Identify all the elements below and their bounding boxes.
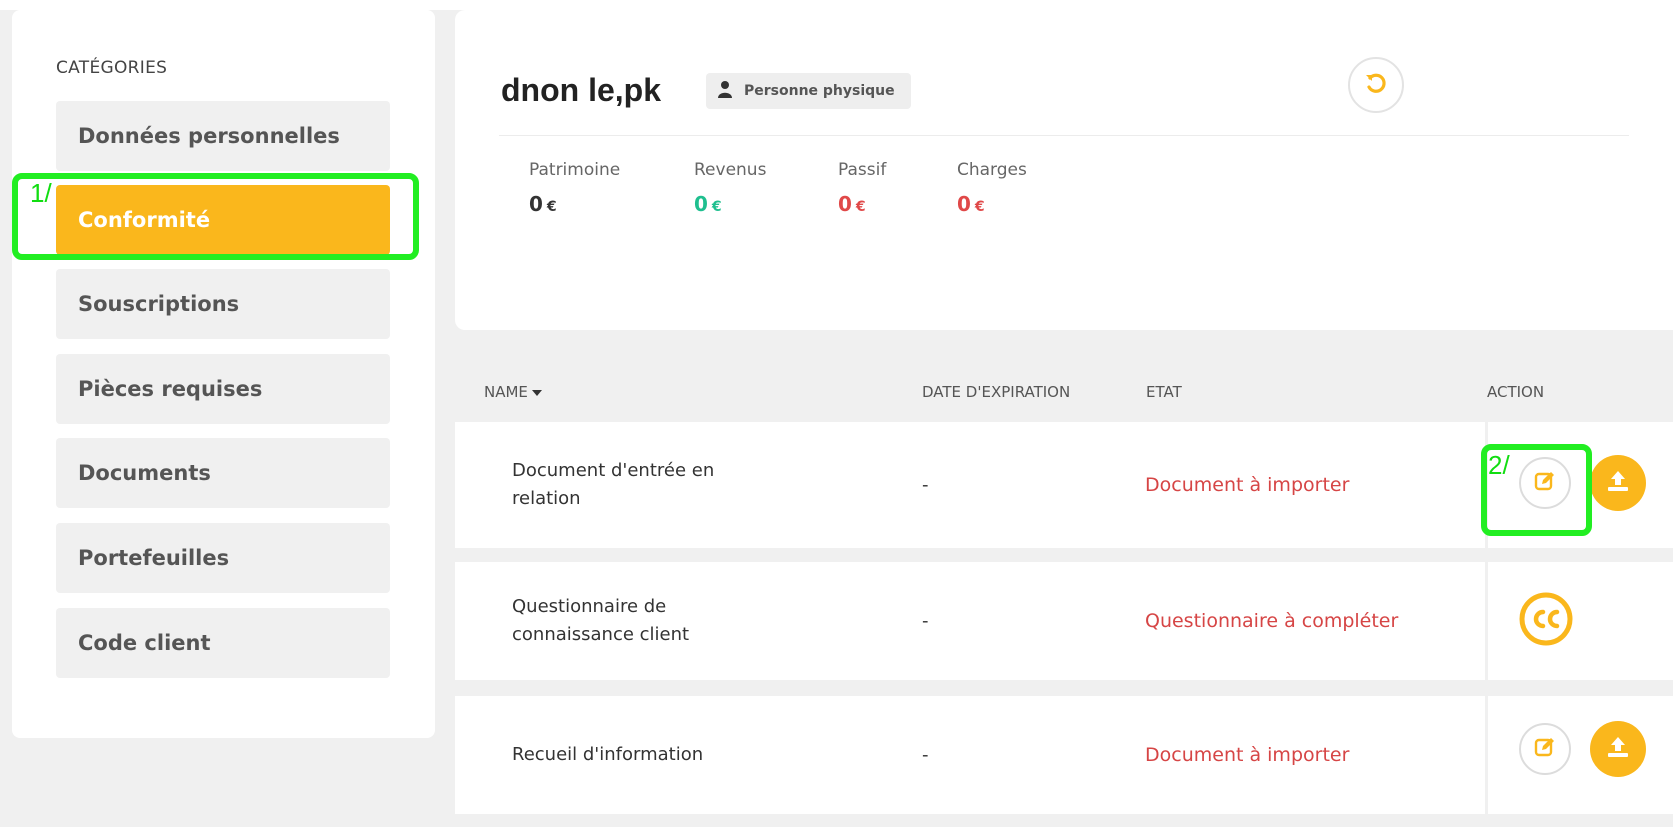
stat-currency: € xyxy=(711,199,722,215)
sidebar-item-donnees-personnelles[interactable]: Données personnelles xyxy=(56,101,390,171)
sidebar-item-portefeuilles[interactable]: Portefeuilles xyxy=(56,523,390,593)
stat-value: 0 € xyxy=(838,192,886,216)
column-header-expiry: DATE D'EXPIRATION xyxy=(922,383,1071,401)
stat-value: 0 € xyxy=(694,192,766,216)
cell-document-name: Document d'entrée en relation xyxy=(512,460,715,509)
upload-icon xyxy=(1604,467,1632,500)
stat-value: 0 € xyxy=(957,192,1027,216)
header-divider xyxy=(499,135,1629,136)
sidebar-item-pieces-requises[interactable]: Pièces requises xyxy=(56,354,390,424)
cell-etat: Document à importer xyxy=(1145,744,1350,766)
stat-charges: Charges 0 € xyxy=(957,160,1027,216)
stat-currency: € xyxy=(546,199,557,215)
stat-number: 0 xyxy=(957,192,971,216)
cell-document-name: Recueil d'information xyxy=(512,744,704,765)
person-icon xyxy=(718,80,732,102)
cell-expiry-date: - xyxy=(922,474,929,496)
refresh-button[interactable] xyxy=(1348,57,1404,113)
client-name: dnon le,pk xyxy=(501,72,661,108)
refresh-icon xyxy=(1363,70,1389,101)
client-type-badge: Personne physique xyxy=(706,73,911,109)
column-header-label: NAME xyxy=(484,383,528,401)
table-row: Recueil d'information - Document à impor… xyxy=(455,696,1673,814)
sidebar-item-souscriptions[interactable]: Souscriptions xyxy=(56,269,390,339)
stat-label: Passif xyxy=(838,160,887,180)
stat-currency: € xyxy=(974,199,985,215)
annotation-label-1: 1/ xyxy=(30,178,52,208)
annotation-label-2: 2/ xyxy=(1488,450,1510,480)
sidebar-item-documents[interactable]: Documents xyxy=(56,438,390,508)
categories-title: CATÉGORIES xyxy=(56,58,168,78)
edit-button[interactable] xyxy=(1519,723,1571,775)
upload-icon xyxy=(1604,733,1632,766)
stat-patrimoine: Patrimoine 0 € xyxy=(529,160,620,216)
cell-expiry-date: - xyxy=(922,744,929,766)
cell-etat: Questionnaire à compléter xyxy=(1145,610,1399,632)
stat-revenus: Revenus 0 € xyxy=(694,160,766,216)
client-type-label: Personne physique xyxy=(744,83,895,99)
table-row: Questionnaire de connaissance client - Q… xyxy=(455,562,1673,680)
stat-number: 0 xyxy=(694,192,708,216)
sort-caret-icon xyxy=(531,389,542,396)
stat-label: Patrimoine xyxy=(529,160,621,180)
stat-label: Charges xyxy=(957,160,1027,180)
annotation-highlight-1 xyxy=(12,173,419,260)
stat-number: 0 xyxy=(838,192,852,216)
stat-currency: € xyxy=(855,199,866,215)
stat-number: 0 xyxy=(529,192,543,216)
cell-expiry-date: - xyxy=(922,610,929,632)
cell-document-name: Questionnaire de connaissance client xyxy=(512,596,690,645)
questionnaire-button[interactable] xyxy=(1517,592,1575,650)
action-separator xyxy=(1485,696,1488,814)
action-separator xyxy=(1485,562,1488,680)
upload-button[interactable] xyxy=(1590,455,1646,511)
column-header-action: ACTION xyxy=(1487,383,1545,401)
stat-value: 0 € xyxy=(529,192,620,216)
column-header-name[interactable]: NAME xyxy=(484,383,542,401)
edit-icon xyxy=(1533,735,1557,764)
stat-passif: Passif 0 € xyxy=(838,160,886,216)
cc-icon xyxy=(1518,591,1574,652)
upload-button[interactable] xyxy=(1590,721,1646,777)
sidebar-item-code-client[interactable]: Code client xyxy=(56,608,390,678)
cell-etat: Document à importer xyxy=(1145,474,1350,496)
top-strip xyxy=(0,0,1673,10)
categories-sidebar: CATÉGORIES Données personnelles Conformi… xyxy=(12,10,435,738)
column-header-etat: ETAT xyxy=(1146,383,1182,401)
stat-label: Revenus xyxy=(694,160,767,180)
client-header-card: dnon le,pk Personne physique Patrimoine … xyxy=(455,10,1673,330)
